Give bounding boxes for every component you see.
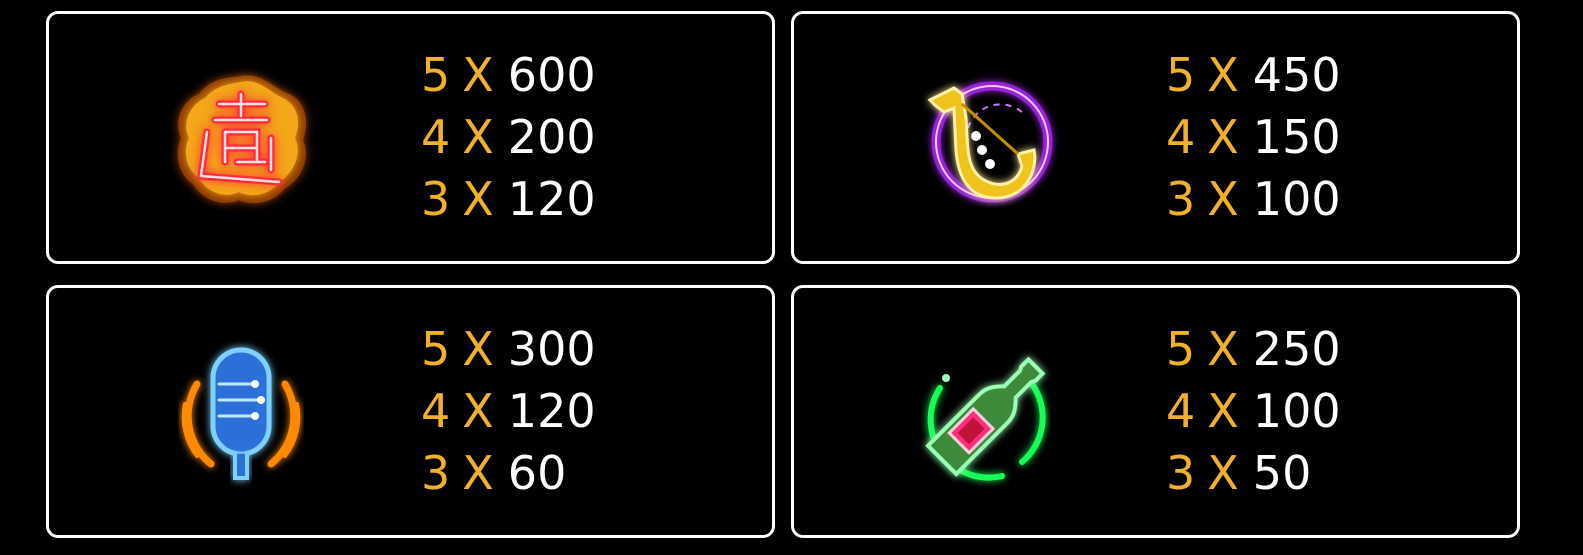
payout-amount: 100 xyxy=(1252,384,1341,438)
symbol-count: 4 xyxy=(421,110,451,164)
payout-row: 4 X 150 xyxy=(1166,106,1496,168)
payout-row: 5 X 250 xyxy=(1166,318,1496,380)
neon-saxophone-icon xyxy=(906,58,1066,218)
neon-microphone-icon xyxy=(161,332,321,492)
payout-amount: 250 xyxy=(1252,322,1341,376)
payout-row: 3 X 120 xyxy=(421,168,751,230)
symbol-count: 5 xyxy=(1166,322,1196,376)
payout-amount: 60 xyxy=(507,446,567,500)
symbol-count: 4 xyxy=(421,384,451,438)
symbol-count: 3 xyxy=(1166,172,1196,226)
multiply-sign: X xyxy=(462,384,494,438)
symbol-count: 3 xyxy=(421,446,451,500)
payout-amount: 450 xyxy=(1252,48,1341,102)
payout-list: 5 X 600 4 X 200 3 X 120 xyxy=(421,44,751,230)
multiply-sign: X xyxy=(1207,48,1239,102)
neon-chinese-character-icon xyxy=(161,58,321,218)
payout-row: 5 X 600 xyxy=(421,44,751,106)
payout-row: 3 X 60 xyxy=(421,442,751,504)
multiply-sign: X xyxy=(462,110,494,164)
symbol-count: 5 xyxy=(421,48,451,102)
payout-amount: 300 xyxy=(507,322,596,376)
payout-amount: 200 xyxy=(507,110,596,164)
symbol-count: 5 xyxy=(421,322,451,376)
payout-amount: 120 xyxy=(507,384,596,438)
symbol-count: 3 xyxy=(1166,446,1196,500)
paytable-card: 5 X 450 4 X 150 3 X 100 xyxy=(791,11,1520,264)
payout-row: 3 X 50 xyxy=(1166,442,1496,504)
paytable-grid: 5 X 600 4 X 200 3 X 120 5 X 450 4 X 150 … xyxy=(0,0,1583,555)
payout-amount: 600 xyxy=(507,48,596,102)
payout-row: 5 X 450 xyxy=(1166,44,1496,106)
payout-row: 4 X 200 xyxy=(421,106,751,168)
payout-row: 3 X 100 xyxy=(1166,168,1496,230)
paytable-card: 5 X 250 4 X 100 3 X 50 xyxy=(791,285,1520,538)
multiply-sign: X xyxy=(1207,384,1239,438)
multiply-sign: X xyxy=(462,322,494,376)
payout-amount: 150 xyxy=(1252,110,1341,164)
multiply-sign: X xyxy=(1207,322,1239,376)
multiply-sign: X xyxy=(462,48,494,102)
multiply-sign: X xyxy=(462,446,494,500)
symbol-count: 3 xyxy=(421,172,451,226)
payout-row: 4 X 120 xyxy=(421,380,751,442)
symbol-count: 5 xyxy=(1166,48,1196,102)
multiply-sign: X xyxy=(462,172,494,226)
paytable-card: 5 X 600 4 X 200 3 X 120 xyxy=(46,11,775,264)
payout-row: 5 X 300 xyxy=(421,318,751,380)
neon-bottle-icon xyxy=(906,332,1066,492)
multiply-sign: X xyxy=(1207,446,1239,500)
multiply-sign: X xyxy=(1207,172,1239,226)
payout-amount: 100 xyxy=(1252,172,1341,226)
payout-list: 5 X 450 4 X 150 3 X 100 xyxy=(1166,44,1496,230)
payout-list: 5 X 250 4 X 100 3 X 50 xyxy=(1166,318,1496,504)
payout-row: 4 X 100 xyxy=(1166,380,1496,442)
multiply-sign: X xyxy=(1207,110,1239,164)
symbol-count: 4 xyxy=(1166,384,1196,438)
paytable-card: 5 X 300 4 X 120 3 X 60 xyxy=(46,285,775,538)
symbol-count: 4 xyxy=(1166,110,1196,164)
payout-amount: 50 xyxy=(1252,446,1312,500)
payout-list: 5 X 300 4 X 120 3 X 60 xyxy=(421,318,751,504)
payout-amount: 120 xyxy=(507,172,596,226)
